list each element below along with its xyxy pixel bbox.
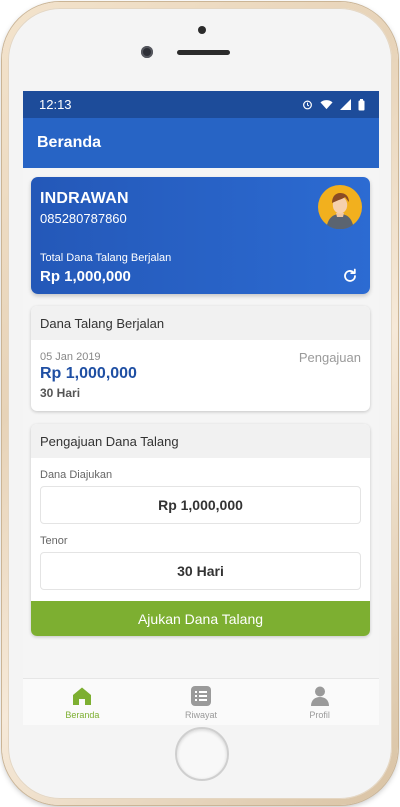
nav-label-profil: Profil bbox=[309, 709, 330, 720]
status-icons bbox=[302, 98, 365, 111]
signal-icon bbox=[340, 99, 351, 110]
wifi-icon bbox=[320, 100, 333, 110]
alarm-icon bbox=[303, 100, 312, 110]
loan-application-header: Pengajuan Dana Talang bbox=[31, 424, 370, 458]
amount-label: Dana Diajukan bbox=[40, 469, 113, 481]
total-label: Total Dana Talang Berjalan bbox=[40, 252, 172, 264]
avatar[interactable] bbox=[318, 185, 362, 229]
user-phone: 085280787860 bbox=[40, 211, 127, 226]
submit-loan-button[interactable]: Ajukan Dana Talang bbox=[31, 601, 370, 636]
page-title: Beranda bbox=[37, 134, 102, 151]
status-badge: Pengajuan bbox=[298, 350, 361, 365]
app-screen: 12:13 Beranda INDRAWAN 085280787860 Tota… bbox=[23, 91, 379, 725]
tenor-label: Tenor bbox=[40, 535, 68, 547]
nav-item-riwayat[interactable]: Riwayat bbox=[142, 679, 261, 725]
tenor-select[interactable]: 30 Hari bbox=[40, 552, 361, 590]
profile-card: INDRAWAN 085280787860 Total Dana Talang … bbox=[31, 177, 370, 294]
nav-item-beranda[interactable]: Beranda bbox=[23, 679, 142, 725]
user-name: INDRAWAN bbox=[40, 190, 129, 207]
battery-icon bbox=[358, 98, 365, 110]
loan-application-card: Pengajuan Dana Talang Dana Diajukan Rp 1… bbox=[31, 424, 370, 636]
status-time: 12:13 bbox=[39, 97, 72, 112]
main-content: INDRAWAN 085280787860 Total Dana Talang … bbox=[23, 168, 379, 678]
total-value: Rp 1,000,000 bbox=[40, 268, 131, 285]
nav-item-profil[interactable]: Profil bbox=[260, 679, 379, 725]
list-icon bbox=[191, 685, 211, 706]
nav-label-riwayat: Riwayat bbox=[185, 709, 218, 720]
earpiece-speaker bbox=[177, 50, 230, 55]
loan-date: 05 Jan 2019 bbox=[40, 351, 101, 363]
front-camera bbox=[141, 46, 153, 58]
bottom-nav: Beranda Riwayat Profil bbox=[23, 678, 379, 725]
proximity-sensor bbox=[198, 26, 206, 34]
amount-field[interactable]: Rp 1,000,000 bbox=[40, 486, 361, 524]
home-icon bbox=[73, 687, 92, 705]
loan-tenor: 30 Hari bbox=[40, 386, 81, 400]
status-bar: 12:13 bbox=[23, 91, 379, 118]
app-bar: Beranda bbox=[23, 118, 379, 168]
loan-amount: Rp 1,000,000 bbox=[40, 365, 137, 382]
home-button[interactable] bbox=[175, 727, 229, 781]
person-icon bbox=[310, 686, 329, 706]
running-loan-header: Dana Talang Berjalan bbox=[31, 306, 370, 340]
nav-label-beranda: Beranda bbox=[65, 709, 100, 720]
running-loan-card[interactable]: Dana Talang Berjalan 05 Jan 2019 Pengaju… bbox=[31, 306, 370, 411]
refresh-icon[interactable] bbox=[342, 268, 358, 284]
